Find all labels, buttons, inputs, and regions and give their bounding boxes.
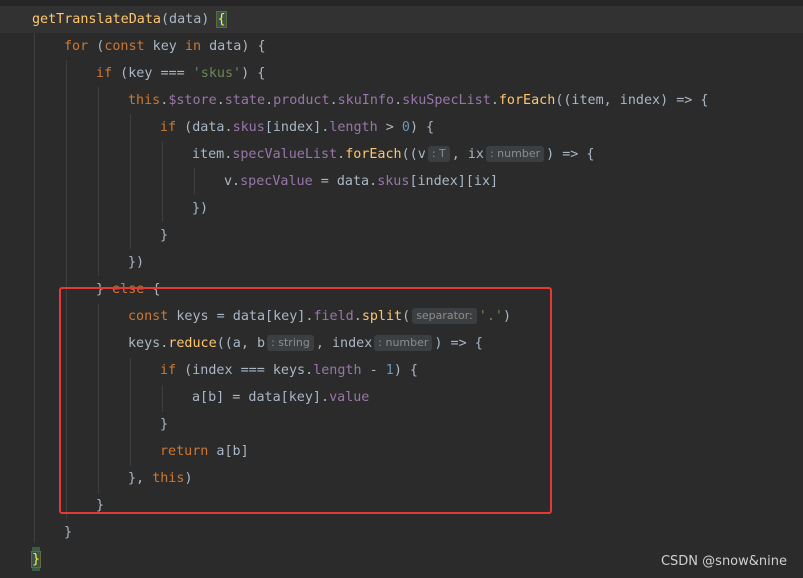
code-token: 'skus' — [192, 66, 242, 81]
code-token: if — [96, 66, 113, 81]
code-token: , ix — [451, 147, 484, 162]
code-token: ((v — [401, 147, 426, 162]
code-line[interactable]: for (const key in data) { — [64, 33, 266, 60]
code-token: }) — [128, 255, 145, 270]
code-line[interactable]: } — [64, 519, 72, 546]
code-token: = data. — [312, 174, 378, 189]
code-token: length — [329, 120, 378, 135]
code-token: } — [160, 228, 169, 243]
code-token: if — [160, 120, 177, 135]
code-token: key — [144, 39, 185, 54]
code-token: } — [30, 551, 42, 568]
code-token: (data. — [176, 120, 233, 135]
code-token: ((item, index) => { — [555, 93, 709, 108]
indent-guide — [162, 141, 163, 222]
code-token: getTranslateData — [32, 12, 161, 27]
code-token: (key === — [112, 66, 193, 81]
code-token: item. — [192, 147, 233, 162]
code-line[interactable]: getTranslateData(data) { — [32, 6, 227, 33]
code-line[interactable]: this.$store.state.product.skuInfo.skuSpe… — [128, 87, 709, 114]
code-token: state — [224, 93, 266, 108]
code-token: [index][ix] — [409, 174, 499, 189]
code-line[interactable]: item.specValueList.forEach((v: T, ix: nu… — [192, 141, 595, 168]
indent-guide — [98, 87, 99, 276]
code-token: this — [128, 93, 161, 108]
code-line[interactable]: v.specValue = data.skus[index][ix] — [224, 168, 498, 195]
code-token: . — [216, 93, 225, 108]
code-token: skuSpecList — [402, 93, 491, 108]
code-token: specValueList — [232, 147, 338, 162]
code-token: skus — [232, 120, 265, 135]
indent-guide — [130, 114, 131, 249]
code-line[interactable]: }) — [128, 249, 144, 276]
code-token: ( — [88, 39, 105, 54]
code-token: ) { — [409, 120, 435, 135]
code-token: . — [337, 147, 346, 162]
code-token: > — [377, 120, 402, 135]
code-token: const — [104, 39, 145, 54]
parameter-hint: : number — [485, 146, 545, 162]
code-token: { — [216, 11, 227, 28]
code-token: $store — [168, 93, 217, 108]
code-token: in — [184, 39, 202, 54]
code-token: product — [273, 93, 330, 108]
annotation-highlight-box — [59, 287, 552, 514]
code-token: specValue — [240, 174, 313, 189]
code-token: v. — [224, 174, 241, 189]
code-token: forEach — [498, 93, 556, 108]
code-token: (data) — [161, 12, 218, 27]
code-token: for — [64, 39, 89, 54]
code-token: ) { — [241, 66, 266, 81]
code-token: forEach — [345, 147, 402, 162]
indent-guide — [34, 33, 35, 543]
code-token: . — [329, 93, 338, 108]
code-token: [index]. — [264, 120, 330, 135]
code-token: }) — [192, 201, 209, 216]
code-line[interactable]: if (key === 'skus') { — [96, 60, 265, 87]
code-token: 0 — [401, 120, 410, 135]
code-token: skus — [377, 174, 410, 189]
code-token: data) { — [201, 39, 266, 54]
code-token: . — [265, 93, 274, 108]
code-line[interactable]: } — [30, 546, 42, 573]
code-token: ) => { — [546, 147, 595, 162]
code-line[interactable]: if (data.skus[index].length > 0) { — [160, 114, 434, 141]
code-line[interactable]: }) — [192, 195, 208, 222]
indent-guide — [194, 168, 195, 195]
code-token: skuInfo — [337, 93, 395, 108]
code-token: . — [490, 93, 499, 108]
parameter-hint: : T — [427, 146, 450, 162]
code-token: } — [64, 525, 73, 540]
code-line[interactable]: } — [160, 222, 168, 249]
code-token: . — [394, 93, 403, 108]
watermark: CSDN @snow&nine — [660, 554, 787, 569]
